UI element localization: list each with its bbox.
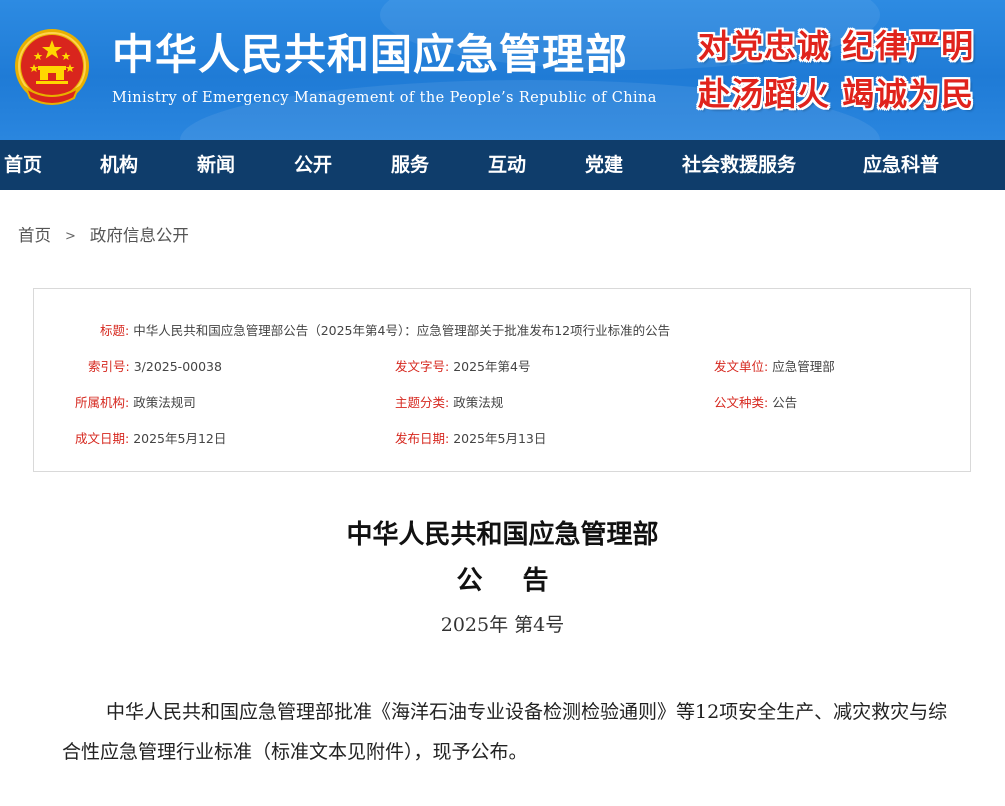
nav-item-party-building[interactable]: 党建 (585, 140, 623, 190)
document-title: 中华人民共和国应急管理部 (346, 520, 659, 550)
national-emblem-icon[interactable] (12, 26, 92, 112)
document-type-heading: 公告 (456, 566, 589, 596)
nav-item-home[interactable]: 首页 (4, 140, 42, 190)
meta-issuer-label: 发文单位: (714, 359, 769, 374)
meta-org-value: 政策法规司 (133, 395, 196, 410)
meta-topic-label: 主题分类: (395, 395, 450, 410)
meta-published-value: 2025年5月13日 (453, 431, 547, 446)
meta-docno-value: 2025年第4号 (453, 359, 531, 374)
meta-index-row: 索引号: 3/2025-00038 (88, 356, 222, 375)
meta-org-label: 所属机构: (75, 395, 130, 410)
meta-title-value: 中华人民共和国应急管理部公告（2025年第4号）：应急管理部关于批准发布12项行… (133, 323, 671, 338)
main-nav: 首页 机构 新闻 公开 服务 互动 党建 社会救援服务 应急科普 (0, 140, 1005, 190)
meta-created-row: 成文日期: 2025年5月12日 (75, 428, 226, 447)
meta-kind-label: 公文种类: (714, 395, 769, 410)
document-number: 2025年 第4号 (440, 614, 565, 636)
site-subtitle: Ministry of Emergency Management of the … (112, 90, 657, 106)
meta-issuer-row: 发文单位: 应急管理部 (714, 356, 835, 375)
slogan-line-2: 赴汤蹈火 竭诚为民 (698, 75, 975, 113)
breadcrumb-separator: > (65, 229, 76, 244)
breadcrumb-current-link[interactable]: 政府信息公开 (90, 226, 189, 245)
meta-published-row: 发布日期: 2025年5月13日 (395, 428, 546, 447)
breadcrumb-home-link[interactable]: 首页 (18, 226, 51, 245)
meta-index-value: 3/2025-00038 (133, 359, 222, 374)
meta-topic-row: 主题分类: 政策法规 (395, 392, 503, 411)
meta-kind-value: 公告 (772, 395, 798, 410)
meta-published-label: 发布日期: (395, 431, 450, 446)
meta-title-label: 标题: (100, 323, 130, 338)
meta-org-row: 所属机构: 政策法规司 (75, 392, 196, 411)
breadcrumb: 首页 > 政府信息公开 (18, 222, 189, 246)
nav-item-organization[interactable]: 机构 (100, 140, 138, 190)
document-body-paragraph: 中华人民共和国应急管理部批准《海洋石油专业设备检测检验通则》等12项安全生产、减… (62, 701, 948, 763)
meta-topic-value: 政策法规 (453, 395, 504, 410)
nav-item-interaction[interactable]: 互动 (488, 140, 526, 190)
document-metadata-box: 标题: 中华人民共和国应急管理部公告（2025年第4号）：应急管理部关于批准发布… (33, 288, 971, 472)
meta-index-label: 索引号: (88, 359, 130, 374)
site-header: 中华人民共和国应急管理部 Ministry of Emergency Manag… (0, 0, 1005, 140)
site-title: 中华人民共和国应急管理部 (112, 30, 629, 79)
slogan-line-1: 对党忠诚 纪律严明 (698, 27, 975, 65)
nav-item-social-rescue[interactable]: 社会救援服务 (682, 140, 796, 190)
nav-item-services[interactable]: 服务 (391, 140, 429, 190)
nav-item-science[interactable]: 应急科普 (863, 140, 939, 190)
meta-issuer-value: 应急管理部 (772, 359, 835, 374)
meta-created-label: 成文日期: (75, 431, 130, 446)
nav-item-disclosure[interactable]: 公开 (294, 140, 332, 190)
nav-item-news[interactable]: 新闻 (197, 140, 235, 190)
meta-title-row: 标题: 中华人民共和国应急管理部公告（2025年第4号）：应急管理部关于批准发布… (100, 320, 670, 339)
meta-created-value: 2025年5月12日 (133, 431, 227, 446)
meta-docno-row: 发文字号: 2025年第4号 (395, 356, 530, 375)
meta-docno-label: 发文字号: (395, 359, 450, 374)
meta-kind-row: 公文种类: 公告 (714, 392, 797, 411)
